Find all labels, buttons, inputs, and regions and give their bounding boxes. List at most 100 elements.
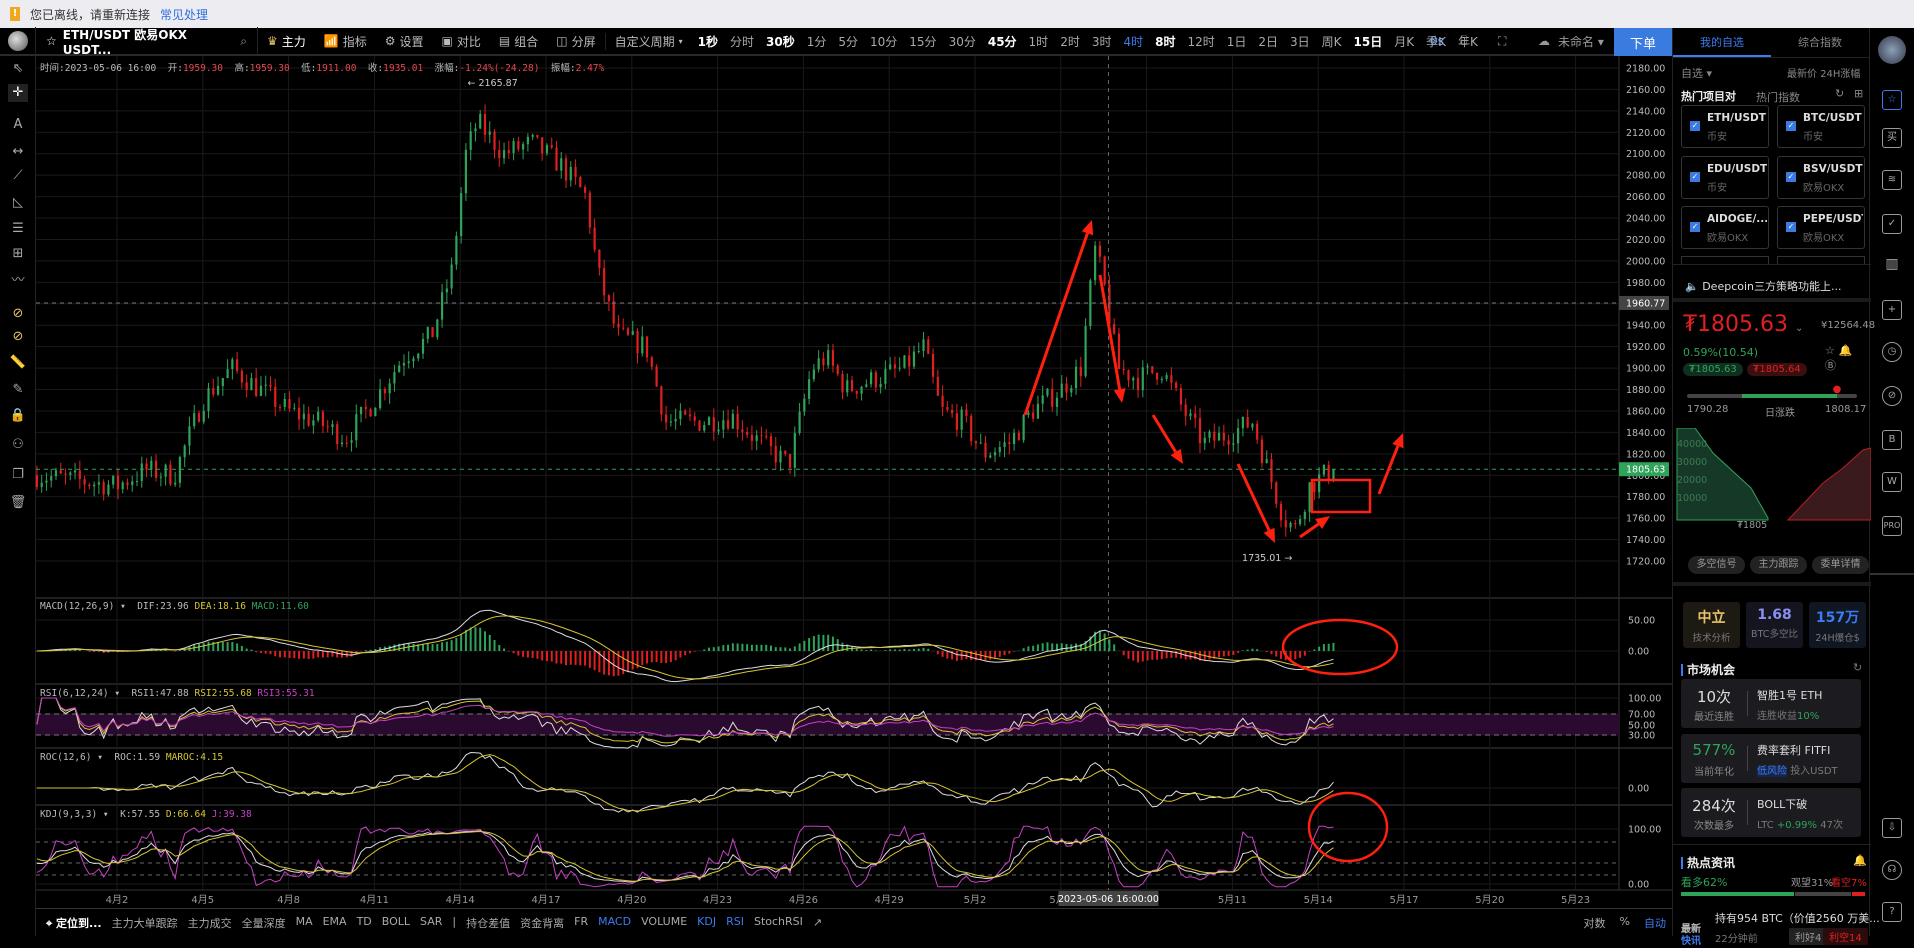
checkbox-icon[interactable]: ✓ — [1690, 172, 1700, 182]
candle-body — [1180, 388, 1182, 404]
macd-header[interactable]: MACD(12,26,9) ▾ DIF:23.96 DEA:18.16 MACD… — [40, 601, 309, 612]
indicator-toggle-13[interactable]: VOLUME — [641, 915, 687, 931]
indicator-toggle-12[interactable]: MACD — [598, 915, 631, 931]
b-icon[interactable]: Ⓑ — [1825, 359, 1840, 372]
pro-icon[interactable]: PRO — [1882, 516, 1902, 536]
indicator-toggle-9[interactable]: 持仓差值 — [466, 915, 510, 931]
indicator-toggle-0[interactable]: 主力大单跟踪 — [112, 915, 178, 931]
bid-price[interactable]: ₮1805.63 — [1683, 363, 1743, 376]
indicator-toggle-16[interactable]: StochRSI — [754, 915, 803, 931]
w-window-icon[interactable]: W — [1882, 472, 1902, 492]
opportunity-card[interactable]: 10次最近连胜智胜1号 ETH连胜收益10% — [1681, 679, 1861, 728]
annotation-arrow-head — [1082, 220, 1093, 235]
main-force-tracking-button[interactable]: 主力跟踪 — [1750, 556, 1807, 574]
macd-bar — [770, 646, 772, 651]
macd-bar — [79, 650, 81, 651]
macd-bar — [1123, 651, 1125, 655]
x-tick-label: 4月29 — [875, 894, 904, 906]
checkbox-icon[interactable]: ✓ — [1690, 121, 1700, 131]
avatar[interactable] — [1878, 36, 1906, 64]
indicator-toggle-6[interactable]: BOLL — [382, 915, 410, 931]
pair-card[interactable]: ✓PEPE/USDT欧易OKX — [1777, 206, 1865, 249]
announcement[interactable]: 🔈 Deepcoin三方策略功能上... — [1685, 278, 1842, 294]
indicator-toggle-5[interactable]: TD — [357, 915, 372, 931]
candle-body — [822, 358, 824, 365]
opportunity-card[interactable]: 577%当前年化费率套利 FITFI低风险 投入USDT — [1681, 734, 1861, 783]
btc-long-short-stat[interactable]: 1.68BTC多空比 — [1746, 602, 1803, 648]
planet-icon[interactable]: ⊘ — [1882, 386, 1902, 406]
x-tick-label: 4月20 — [617, 894, 646, 906]
watchlist-filter[interactable]: 自选 ▾ — [1681, 65, 1712, 81]
checkbox-icon[interactable]: ✓ — [1786, 222, 1796, 232]
annotation-ellipse-kdj — [1309, 793, 1387, 861]
roc-header[interactable]: ROC(12,6) ▾ ROC:1.59 MAROC:4.15 — [40, 752, 223, 763]
kdj-header[interactable]: KDJ(9,3,3) ▾ K:57.55 D:66.64 J:39.38 — [40, 809, 252, 820]
indicator-toggle-14[interactable]: KDJ — [697, 915, 716, 931]
indicator-toggle-1[interactable]: 主力成交 — [188, 915, 232, 931]
macd-bar — [455, 638, 457, 651]
locate-button[interactable]: ⌖ 定位到... — [46, 915, 102, 931]
opportunity-card[interactable]: 284次次数最多BOLL下破LTC +0.99% 47次 — [1681, 788, 1861, 837]
external-link-icon[interactable]: ↗ — [813, 916, 822, 929]
document-check-icon[interactable]: ✓ — [1882, 214, 1902, 234]
pair-card[interactable]: ✓ETH/USDT币安 — [1681, 105, 1769, 148]
help-icon[interactable]: ? — [1882, 902, 1902, 922]
pair-card[interactable]: ✓BTC/USDT币安 — [1777, 105, 1865, 148]
pair-card-partial — [1777, 256, 1865, 264]
chart-report-icon[interactable]: ≋ — [1882, 170, 1902, 190]
headset-icon[interactable]: ☊ — [1882, 860, 1902, 880]
candle-body — [207, 388, 209, 411]
pair-card[interactable]: ✓BSV/USDT欧易OKX — [1777, 156, 1865, 199]
log-scale-toggle[interactable]: 对数 — [1584, 915, 1606, 931]
buy-icon[interactable]: 买 — [1882, 128, 1902, 148]
news-headline[interactable]: 持有954 BTC（价值2560 万美... — [1715, 910, 1880, 926]
candle-body — [1175, 383, 1177, 388]
macd-bar — [675, 651, 677, 660]
file-add-icon[interactable]: + — [1882, 300, 1902, 320]
indicator-toggle-15[interactable]: RSI — [726, 915, 744, 931]
bell-icon[interactable]: 🔔 — [1839, 344, 1857, 357]
checkbox-icon[interactable]: ✓ — [1690, 222, 1700, 232]
long-short-signal-button[interactable]: 多空信号 — [1688, 556, 1745, 574]
candle-body — [1089, 280, 1091, 326]
indicator-toggle-7[interactable]: SAR — [420, 915, 442, 931]
bar-chart-icon[interactable]: ▥ — [1882, 256, 1902, 276]
watchlist-icon[interactable]: ☆ — [1882, 90, 1902, 110]
indicator-toggle-3[interactable]: MA — [296, 915, 313, 931]
refresh-icon[interactable]: ↻ — [1835, 87, 1844, 100]
indicator-toggle-11[interactable]: FR — [574, 915, 588, 931]
percent-scale-toggle[interactable]: % — [1620, 915, 1630, 931]
download-icon[interactable]: ⇩ — [1882, 818, 1902, 838]
auto-scale-toggle[interactable]: 自动 — [1644, 915, 1666, 931]
hot-index-tab[interactable]: 热门指数 — [1756, 89, 1800, 105]
refresh-icon[interactable]: ↻ — [1853, 661, 1862, 674]
candle-body — [250, 378, 252, 390]
checkbox-icon[interactable]: ✓ — [1786, 121, 1796, 131]
macd-bar — [370, 650, 372, 651]
x-tick-label: 4月14 — [446, 894, 475, 906]
tab-my-watchlist[interactable]: 我的自选 — [1673, 28, 1771, 57]
alarm-icon[interactable]: ◷ — [1882, 342, 1902, 362]
kdj-k-line — [37, 831, 1334, 882]
rsi-header[interactable]: RSI(6,12,24) ▾ RSI1:47.88 RSI2:55.68 RSI… — [40, 688, 315, 699]
ask-price[interactable]: ₮1805.64 — [1747, 363, 1807, 376]
pair-card[interactable]: ✓AIDOGE/...欧易OKX — [1681, 206, 1769, 249]
b-doc-icon[interactable]: B — [1882, 430, 1902, 450]
checkbox-icon[interactable]: ✓ — [1786, 172, 1796, 182]
indicator-toggle-2[interactable]: 全量深度 — [242, 915, 286, 931]
indicator-toggle-10[interactable]: 资金背离 — [520, 915, 564, 931]
macd-bar — [1280, 651, 1282, 659]
candle-body — [798, 412, 800, 433]
bell-icon[interactable]: 🔔 — [1853, 854, 1867, 867]
order-detail-button[interactable]: 委单详情 — [1812, 556, 1869, 574]
macd-bar — [1127, 651, 1129, 659]
star-icon[interactable]: ☆ — [1825, 344, 1839, 357]
pair-card[interactable]: ✓EDU/USDT币安 — [1681, 156, 1769, 199]
tab-composite-index[interactable]: 综合指数 — [1771, 28, 1869, 57]
indicator-toggle-4[interactable]: EMA — [323, 915, 347, 931]
tech-analysis-stat[interactable]: 中立技术分析 — [1683, 602, 1740, 648]
add-icon[interactable]: ⊞ — [1854, 87, 1863, 100]
price-chart[interactable]: 4月24月54月84月114月144月174月204月234月264月295月2… — [0, 0, 1672, 908]
liquidation-stat[interactable]: 157万24H爆仓$ — [1809, 602, 1866, 648]
hot-pairs-title[interactable]: 热门项目对 — [1681, 88, 1736, 104]
